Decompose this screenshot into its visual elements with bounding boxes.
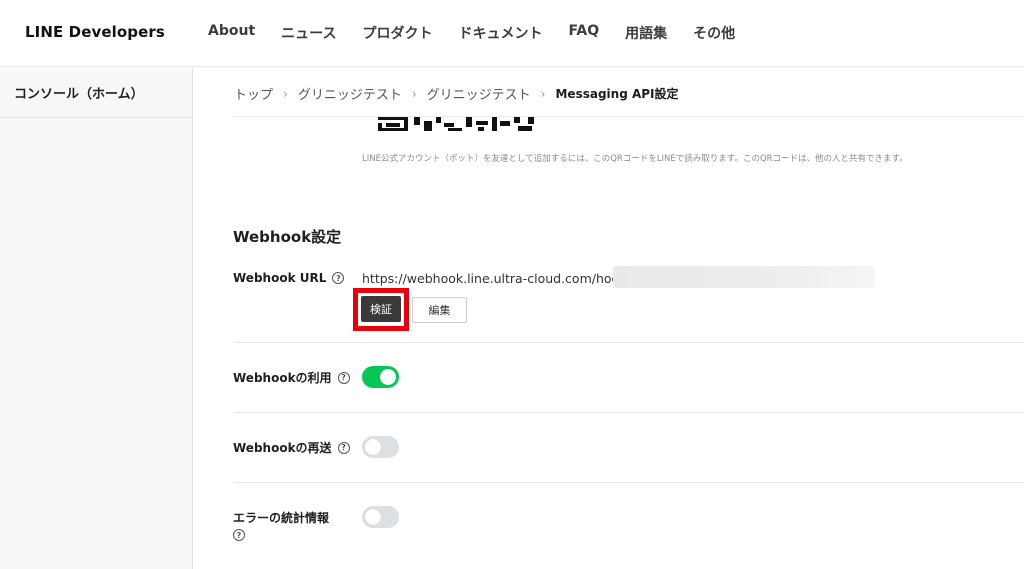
webhook-url-label: Webhook URL ? [233, 271, 345, 285]
breadcrumb-separator-icon: › [540, 86, 546, 101]
row-divider [234, 342, 1024, 343]
webhook-url-label-text: Webhook URL [233, 271, 327, 285]
help-circle-icon[interactable]: ? [337, 441, 350, 454]
help-circle-icon[interactable]: ? [233, 529, 245, 541]
nav-item-about[interactable]: About [208, 23, 255, 43]
help-circle-icon[interactable]: ? [332, 272, 345, 284]
breadcrumb-item-channel[interactable]: グリニッジテスト [427, 84, 531, 103]
sidebar: コンソール（ホーム） [0, 68, 193, 569]
top-header: LINE Developers About ニュース プロダクト ドキュメント … [0, 0, 1024, 67]
error-stats-label-text: エラーの統計情報 [233, 511, 330, 525]
main-nav: About ニュース プロダクト ドキュメント FAQ 用語集 その他 [208, 23, 761, 43]
help-circle-icon[interactable]: ? [337, 371, 350, 384]
webhook-use-label-text: Webhookの利用 [233, 371, 332, 385]
qr-code-image [378, 117, 534, 131]
qr-code-note: LINE公式アカウント（ボット）を友達として追加するには、このQRコードをLIN… [362, 154, 908, 164]
row-divider [234, 482, 1024, 483]
breadcrumb-separator-icon: › [283, 86, 288, 101]
webhook-section-title: Webhook設定 [233, 228, 342, 246]
webhook-resend-label-text: Webhookの再送 [233, 441, 332, 455]
nav-item-documents[interactable]: ドキュメント [458, 23, 542, 43]
breadcrumb-item-provider[interactable]: グリニッジテスト [298, 84, 402, 103]
nav-item-more[interactable]: その他 [693, 23, 735, 43]
sidebar-item-console-home[interactable]: コンソール（ホーム） [0, 68, 192, 118]
webhook-url-redacted [613, 266, 875, 288]
main-content: トップ › グリニッジテスト › グリニッジテスト › Messaging AP… [194, 68, 1024, 569]
verify-button[interactable]: 検証 [361, 296, 401, 322]
nav-item-news[interactable]: ニュース [281, 23, 336, 43]
edit-button[interactable]: 編集 [412, 297, 467, 323]
breadcrumb-separator-icon: › [411, 86, 417, 101]
nav-item-glossary[interactable]: 用語集 [625, 23, 667, 43]
error-stats-toggle[interactable] [362, 506, 399, 528]
breadcrumb-item-top[interactable]: トップ [234, 84, 273, 103]
breadcrumb: トップ › グリニッジテスト › グリニッジテスト › Messaging AP… [234, 84, 679, 104]
webhook-url-value: https://webhook.line.ultra-cloud.com/hoo… [362, 271, 631, 286]
toggle-knob [380, 369, 396, 385]
webhook-use-toggle[interactable] [362, 366, 399, 388]
webhook-resend-toggle[interactable] [362, 436, 399, 458]
webhook-resend-label: Webhookの再送 ? [233, 439, 350, 456]
webhook-use-label: Webhookの利用 ? [233, 369, 350, 386]
breadcrumb-current: Messaging API設定 [555, 87, 679, 101]
toggle-knob [365, 439, 381, 455]
nav-item-products[interactable]: プロダクト [362, 23, 432, 43]
line-developers-logo[interactable]: LINE Developers [25, 23, 165, 41]
nav-item-faq[interactable]: FAQ [568, 23, 599, 43]
error-stats-label: エラーの統計情報 [233, 509, 329, 526]
row-divider [234, 412, 1024, 413]
breadcrumb-divider [234, 116, 1024, 117]
toggle-knob [365, 509, 381, 525]
